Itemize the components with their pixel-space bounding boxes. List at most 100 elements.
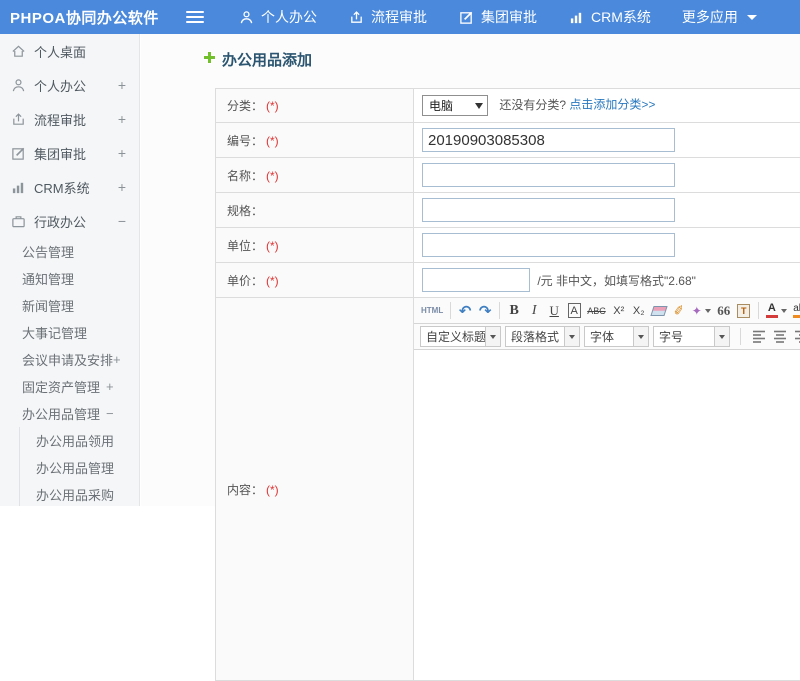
user-icon — [238, 10, 254, 25]
sidebar-item-label: 办公用品管理 — [22, 404, 100, 423]
eraser-button[interactable] — [650, 301, 668, 321]
sidebar-item-news-mgmt[interactable]: 新闻管理 — [0, 292, 139, 319]
background-color-icon: ab — [793, 304, 800, 318]
nav-process-approval[interactable]: 流程审批 — [348, 7, 427, 27]
eraser-icon — [650, 306, 667, 316]
nav-crm-system[interactable]: CRM系统 — [568, 7, 651, 27]
name-label: 名称：(*) — [216, 158, 414, 193]
sidebar-item-supplies-purchase[interactable]: 办公用品采购 — [20, 481, 139, 506]
spec-input[interactable] — [422, 198, 675, 222]
category-label: 分类：(*) — [216, 89, 414, 123]
expand-plus-icon[interactable]: + — [118, 111, 139, 127]
underline-button[interactable]: U — [545, 301, 563, 321]
expand-plus-icon[interactable]: + — [113, 352, 121, 367]
caret-down-icon — [564, 327, 579, 346]
approval-edit-icon — [458, 10, 474, 25]
name-input[interactable] — [422, 163, 675, 187]
undo-button[interactable]: ↶ — [456, 301, 474, 321]
price-input[interactable] — [422, 268, 530, 292]
superscript-button[interactable]: X² — [610, 301, 628, 321]
briefcase-icon — [10, 214, 26, 229]
sidebar-item-label: 大事记管理 — [22, 323, 87, 342]
nav-label: 个人办公 — [261, 7, 317, 27]
unit-input[interactable] — [422, 233, 675, 257]
sidebar-item-announcement-mgmt[interactable]: 公告管理 — [0, 238, 139, 265]
sidebar-item-process-approval[interactable]: 流程审批 + — [0, 102, 139, 136]
form-row-spec: 规格： — [216, 193, 800, 228]
subscript-button[interactable]: X₂ — [630, 301, 648, 321]
main-content: 办公用品添加 分类：(*) 电脑 还没有分类? 点击添加分类>> 编号：(*) — [141, 34, 800, 506]
format-painter-button[interactable]: ✐ — [668, 299, 689, 322]
nav-personal-office[interactable]: 个人办公 — [238, 7, 317, 27]
sidebar-item-label: 新闻管理 — [22, 296, 74, 315]
supplies-add-form: 分类：(*) 电脑 还没有分类? 点击添加分类>> 编号：(*) 名称：(*) — [215, 88, 800, 681]
caret-down-icon — [747, 15, 757, 20]
html-source-button[interactable]: HTML — [419, 301, 445, 321]
sidebar-item-meeting-request[interactable]: 会议申请及安排 + — [0, 346, 139, 373]
sidebar-item-personal-desktop[interactable]: 个人桌面 — [0, 34, 139, 68]
strikethrough-button[interactable]: ABC — [585, 301, 608, 321]
sidebar-item-events-mgmt[interactable]: 大事记管理 — [0, 319, 139, 346]
sidebar-item-office-supplies-mgmt[interactable]: 办公用品管理 − — [0, 400, 139, 427]
process-icon — [10, 112, 26, 127]
office-supplies-submenu: 办公用品领用 办公用品管理 办公用品采购 — [19, 427, 139, 506]
caret-down-icon — [485, 327, 500, 346]
form-row-price: 单价：(*) /元 非中文，如填写格式"2.68" — [216, 263, 800, 298]
process-icon — [348, 10, 364, 25]
rich-text-editor: HTML ↶ ↷ B I U A ABC X² X₂ ✐ — [414, 298, 800, 680]
sidebar-item-label: 个人桌面 — [34, 42, 86, 61]
sidebar-item-label: CRM系统 — [34, 178, 90, 197]
bold-button[interactable]: B — [505, 301, 523, 321]
add-category-link[interactable]: 点击添加分类>> — [569, 98, 655, 112]
expand-plus-icon[interactable]: + — [118, 179, 139, 195]
form-row-content: 内容：(*) HTML ↶ ↷ B I U A ABC — [216, 298, 800, 681]
expand-plus-icon[interactable]: + — [106, 379, 114, 394]
align-right-button[interactable] — [792, 327, 800, 347]
editor-content[interactable] — [414, 350, 800, 680]
sidebar-item-notice-mgmt[interactable]: 通知管理 — [0, 265, 139, 292]
nav-label: 集团审批 — [481, 7, 537, 27]
border-text-button[interactable]: A — [568, 303, 581, 318]
sidebar-item-group-approval[interactable]: 集团审批 + — [0, 136, 139, 170]
code-input[interactable] — [422, 128, 675, 152]
price-label: 单价：(*) — [216, 263, 414, 298]
custom-title-dropdown[interactable]: 自定义标题 — [420, 326, 501, 347]
sidebar-item-supplies-claim[interactable]: 办公用品领用 — [20, 427, 139, 454]
expand-plus-icon[interactable]: + — [118, 145, 139, 161]
align-left-button[interactable] — [750, 327, 769, 347]
blockquote-button[interactable]: 66 — [715, 301, 733, 321]
nav-label: 流程审批 — [371, 7, 427, 27]
font-family-dropdown[interactable]: 字体 — [584, 326, 649, 347]
bar-chart-icon — [10, 180, 26, 195]
sidebar-item-label: 通知管理 — [22, 269, 74, 288]
sidebar-item-personal-office[interactable]: 个人办公 + — [0, 68, 139, 102]
sidebar-item-label: 公告管理 — [22, 242, 74, 261]
redo-button[interactable]: ↷ — [476, 301, 494, 321]
nav-more-apps[interactable]: 更多应用 — [682, 7, 757, 27]
background-color-button[interactable]: ab — [791, 301, 800, 321]
expand-plus-icon[interactable]: + — [118, 77, 139, 93]
auto-typeset-button[interactable]: ✦ — [690, 301, 713, 321]
align-right-icon — [794, 330, 800, 343]
user-icon — [10, 78, 26, 93]
sidebar-item-administrative-office[interactable]: 行政办公 − — [0, 204, 139, 238]
hamburger-menu-icon[interactable] — [186, 11, 204, 23]
bar-chart-icon — [568, 10, 584, 25]
category-select[interactable]: 电脑 — [422, 95, 488, 116]
approval-edit-icon — [10, 146, 26, 161]
spec-label: 规格： — [216, 193, 414, 228]
paste-word-button[interactable]: T — [735, 301, 753, 321]
page-title: 办公用品添加 — [141, 34, 800, 70]
align-center-button[interactable] — [771, 327, 790, 347]
collapse-minus-icon[interactable]: − — [118, 213, 139, 229]
collapse-minus-icon[interactable]: − — [106, 406, 114, 421]
italic-button[interactable]: I — [525, 301, 543, 321]
sidebar-item-supplies-manage[interactable]: 办公用品管理 — [20, 454, 139, 481]
select-caret-icon — [475, 103, 483, 109]
paragraph-format-dropdown[interactable]: 段落格式 — [505, 326, 580, 347]
font-color-button[interactable]: A — [764, 301, 789, 321]
nav-group-approval[interactable]: 集团审批 — [458, 7, 537, 27]
sidebar-item-crm-system[interactable]: CRM系统 + — [0, 170, 139, 204]
font-size-dropdown[interactable]: 字号 — [653, 326, 730, 347]
sidebar-item-fixed-assets-mgmt[interactable]: 固定资产管理 + — [0, 373, 139, 400]
